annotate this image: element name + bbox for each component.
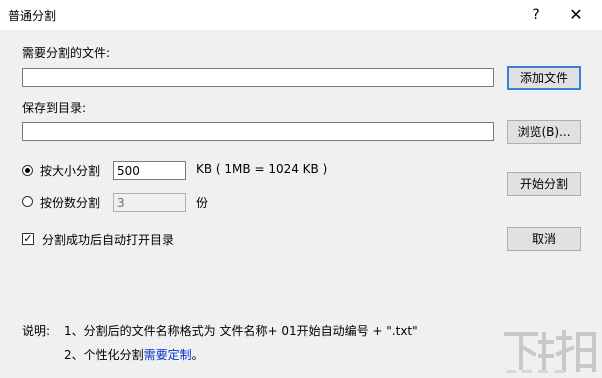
customize-link[interactable]: 需要定制 <box>144 348 192 362</box>
watermark-logo <box>504 330 596 373</box>
window-title: 普通分割 <box>8 9 57 23</box>
close-button[interactable]: ✕ <box>560 3 592 27</box>
split-size-input[interactable] <box>113 161 186 180</box>
split-by-size-radio[interactable] <box>22 165 33 176</box>
notes-line-2-text: 2、个性化分割 <box>64 348 144 362</box>
size-unit-note: KB ( 1MB = 1024 KB ) <box>196 162 328 176</box>
cancel-button[interactable]: 取消 <box>507 227 581 251</box>
radio-selected-dot <box>25 168 30 173</box>
split-by-size-label: 按大小分割 <box>40 164 101 178</box>
notes-heading: 说明: <box>22 324 51 338</box>
output-dir-label: 保存到目录: <box>22 101 87 115</box>
auto-open-label: 分割成功后自动打开目录 <box>42 233 175 247</box>
split-count-input[interactable] <box>113 193 186 212</box>
count-unit-label: 份 <box>196 196 209 210</box>
notes-line-2: 2、个性化分割需要定制。 <box>64 346 204 363</box>
add-file-button[interactable]: 添加文件 <box>507 66 581 90</box>
title-bar: 普通分割 ? ✕ <box>0 0 602 30</box>
browse-button[interactable]: 浏览(B)... <box>507 120 581 144</box>
split-by-count-label: 按份数分割 <box>40 196 101 210</box>
notes-line-1: 1、分割后的文件名称格式为 文件名称+ 01开始自动编号 + ".txt" <box>64 324 418 338</box>
notes-line-2-suffix: 。 <box>191 348 204 362</box>
output-dir-input[interactable] <box>22 122 494 141</box>
source-file-input[interactable] <box>22 68 494 87</box>
auto-open-checkbox[interactable]: ✓ <box>22 233 34 245</box>
source-file-label: 需要分割的文件: <box>22 46 111 60</box>
split-by-count-radio[interactable] <box>22 196 33 207</box>
help-button[interactable]: ? <box>524 3 548 27</box>
start-split-button[interactable]: 开始分割 <box>507 172 581 196</box>
